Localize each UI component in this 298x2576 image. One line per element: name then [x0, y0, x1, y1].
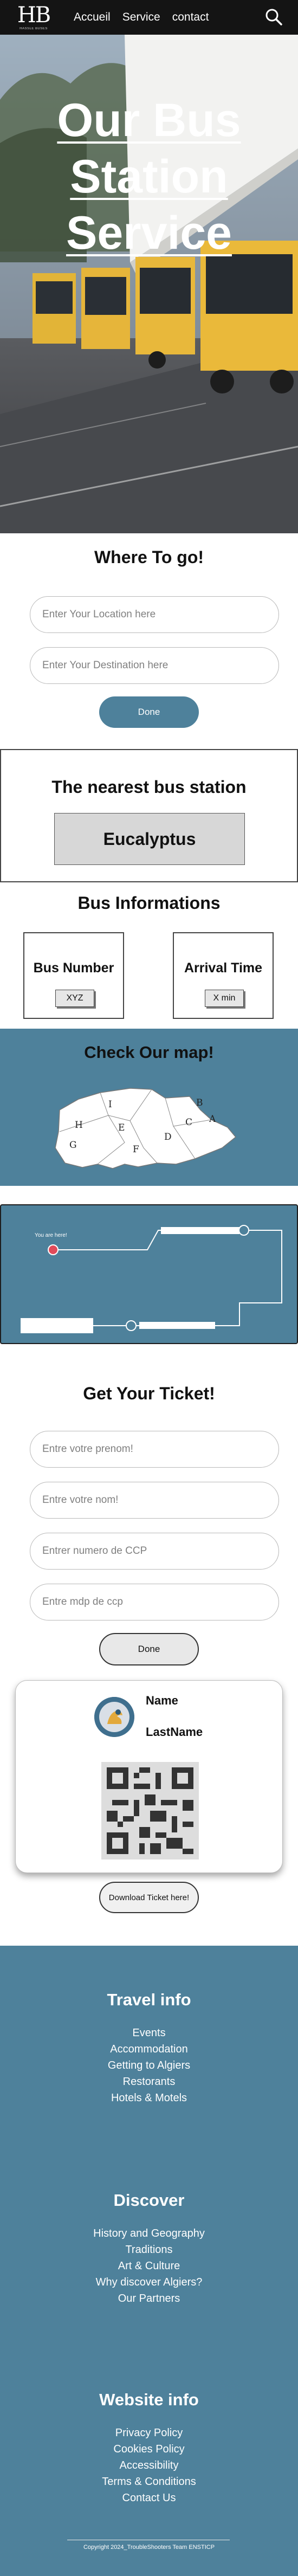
footer-link-contact[interactable]: Contact Us	[0, 2490, 298, 2506]
logo[interactable]: HB HASSLE BUSES	[12, 3, 55, 31]
map-section: Check Our map! I B H E C A D G F	[0, 1029, 298, 1186]
copyright: Copyright 2024_TroubleShooters Team ENST…	[83, 2544, 215, 2551]
logo-mark: HB	[17, 3, 51, 28]
bus-number-card: Bus Number XYZ	[23, 932, 124, 1019]
arrival-time-label: Arrival Time	[184, 960, 263, 976]
ccp-number-input[interactable]	[30, 1533, 279, 1570]
footer-link-privacy[interactable]: Privacy Policy	[0, 2425, 298, 2441]
footer-link-partners[interactable]: Our Partners	[0, 2290, 298, 2307]
nav-links: Accueil Service contact	[74, 10, 209, 25]
bus-number-label: Bus Number	[33, 960, 114, 976]
map-title: Check Our map!	[84, 1043, 214, 1062]
footer-website-title: Website info	[99, 2390, 199, 2409]
footer: Travel info Events Accommodation Getting…	[0, 1946, 298, 2576]
hero-title: Our Bus Station Service	[0, 92, 298, 261]
footer-link-accessibility[interactable]: Accessibility	[0, 2457, 298, 2474]
nearest-station-section: The nearest bus station Eucalyptus	[0, 749, 298, 882]
map-region-g[interactable]: G	[69, 1140, 77, 1151]
footer-link-hotels-motels[interactable]: Hotels & Motels	[0, 2090, 298, 2106]
nav-link-service[interactable]: Service	[122, 10, 160, 25]
download-ticket-button[interactable]: Download Ticket here!	[99, 1882, 199, 1913]
footer-travel-title: Travel info	[107, 1990, 191, 2009]
nearest-station-title: The nearest bus station	[51, 777, 247, 797]
page: HB HASSLE BUSES Accueil Service contact	[0, 0, 298, 2576]
arrival-time-card: Arrival Time X min	[173, 932, 274, 1019]
hero-section: Our Bus Station Service	[0, 35, 298, 533]
nav-link-accueil[interactable]: Accueil	[74, 10, 111, 25]
nom-input[interactable]	[30, 1482, 279, 1519]
search-icon[interactable]	[264, 8, 283, 26]
map-region-a[interactable]: A	[209, 1114, 216, 1125]
footer-discover-title: Discover	[113, 2191, 185, 2210]
ticket-card: Name LastName	[15, 1680, 283, 1873]
nav-link-contact[interactable]: contact	[172, 10, 209, 25]
map-region-i[interactable]: I	[108, 1099, 112, 1110]
footer-link-why-algiers[interactable]: Why discover Algiers?	[0, 2274, 298, 2290]
bus-number-value: XYZ	[55, 990, 94, 1007]
map-region-e[interactable]: E	[118, 1122, 125, 1133]
route-diagram	[21, 1225, 282, 1333]
arrival-time-value: X min	[205, 990, 244, 1007]
ticket-title: Get Your Ticket!	[83, 1384, 215, 1403]
qr-code	[101, 1762, 199, 1860]
footer-link-getting-to-algiers[interactable]: Getting to Algiers	[0, 2057, 298, 2074]
footer-website-info: Website info Privacy Policy Cookies Poli…	[0, 2389, 298, 2506]
navbar: HB HASSLE BUSES Accueil Service contact	[0, 0, 298, 35]
footer-link-events[interactable]: Events	[0, 2025, 298, 2041]
ticket-name: Name	[146, 1694, 178, 1707]
footer-link-accommodation[interactable]: Accommodation	[0, 2041, 298, 2057]
where-done-button[interactable]: Done	[99, 696, 199, 728]
map-region-c[interactable]: C	[185, 1117, 192, 1128]
prenom-input[interactable]	[30, 1431, 279, 1468]
route-section: You are here!	[0, 1204, 298, 1344]
footer-link-terms[interactable]: Terms & Conditions	[0, 2474, 298, 2490]
footer-link-restorants[interactable]: Restorants	[0, 2074, 298, 2090]
ccp-password-input[interactable]	[30, 1584, 279, 1621]
logo-subtext: HASSLE BUSES	[20, 27, 48, 30]
location-input[interactable]	[30, 596, 279, 633]
footer-link-traditions[interactable]: Traditions	[0, 2242, 298, 2258]
ticket-done-button[interactable]: Done	[99, 1633, 199, 1665]
map-region-h[interactable]: H	[75, 1120, 83, 1131]
region-map[interactable]: I B H E C A D G F	[49, 1077, 249, 1175]
bus-info-title: Bus Informations	[77, 893, 221, 913]
footer-discover: Discover History and Geography Tradition…	[0, 2190, 298, 2307]
hero-title-line-3: Service	[66, 207, 232, 259]
map-region-b[interactable]: B	[196, 1097, 203, 1108]
where-to-go-title: Where To go!	[94, 547, 204, 567]
map-region-f[interactable]: F	[133, 1144, 139, 1155]
avatar	[94, 1697, 134, 1737]
footer-travel-info: Travel info Events Accommodation Getting…	[0, 1989, 298, 2106]
footer-link-cookies[interactable]: Cookies Policy	[0, 2441, 298, 2457]
you-are-here-label: You are here!	[35, 1232, 67, 1238]
ticket-lastname: LastName	[146, 1725, 203, 1739]
footer-link-history[interactable]: History and Geography	[0, 2225, 298, 2242]
map-region-d[interactable]: D	[164, 1132, 172, 1142]
hero-title-line-1: Our Bus	[57, 94, 241, 146]
footer-link-art-culture[interactable]: Art & Culture	[0, 2258, 298, 2274]
station-name: Eucalyptus	[54, 813, 245, 865]
hero-title-line-2: Station	[70, 151, 228, 203]
destination-input[interactable]	[30, 647, 279, 684]
